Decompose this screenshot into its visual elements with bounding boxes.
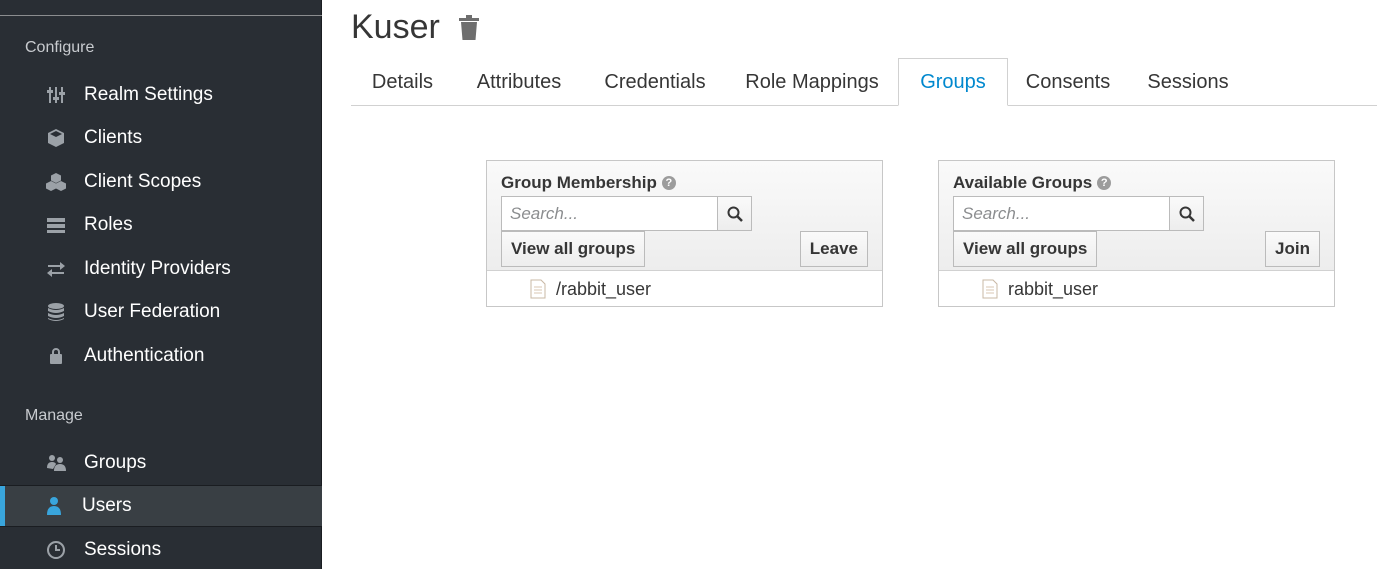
database-icon: [44, 300, 68, 324]
view-all-groups-button[interactable]: View all groups: [953, 231, 1098, 267]
trash-icon[interactable]: [458, 13, 484, 43]
users-icon: [44, 451, 68, 475]
sidebar-item-label: Sessions: [84, 539, 162, 560]
cubes-icon: [44, 170, 68, 194]
sidebar-item-label: Realm Settings: [84, 84, 213, 105]
tab-sessions[interactable]: Sessions: [1128, 58, 1248, 106]
search-icon: [1179, 206, 1195, 222]
clock-icon: [44, 538, 68, 562]
sidebar-item-groups[interactable]: Groups: [0, 442, 322, 484]
sidebar-item-authentication[interactable]: Authentication: [0, 335, 322, 377]
sidebar-item-label: Roles: [84, 214, 133, 235]
cube-icon: [44, 126, 68, 150]
tab-bar: Details Attributes Credentials Role Mapp…: [351, 58, 1377, 106]
file-icon: [530, 279, 546, 299]
manage-section-title: Manage: [25, 407, 83, 424]
search-group: [501, 196, 752, 231]
file-icon: [982, 279, 998, 299]
sidebar-item-roles[interactable]: Roles: [0, 204, 322, 246]
user-icon: [42, 494, 66, 518]
tab-consents[interactable]: Consents: [1008, 58, 1128, 106]
sidebar-item-realm-settings[interactable]: Realm Settings: [0, 74, 322, 116]
sidebar-item-label: Clients: [84, 127, 143, 148]
sidebar-divider: [0, 15, 322, 16]
sidebar-item-user-federation[interactable]: User Federation: [0, 291, 322, 333]
sidebar-item-sessions[interactable]: Sessions: [0, 529, 322, 571]
join-button[interactable]: Join: [1265, 231, 1320, 267]
list-icon: [44, 213, 68, 237]
sidebar-item-identity-providers[interactable]: Identity Providers: [0, 248, 322, 290]
sidebar-item-label: Client Scopes: [84, 171, 202, 192]
sidebar-item-label: Identity Providers: [84, 258, 231, 279]
search-input[interactable]: [501, 196, 718, 231]
sidebar-item-label: Users: [82, 495, 132, 516]
search-button[interactable]: [718, 196, 752, 231]
tab-attributes[interactable]: Attributes: [454, 58, 584, 106]
help-icon[interactable]: ?: [661, 176, 676, 190]
panel-title-text: Available Groups: [953, 173, 1093, 192]
tab-role-mappings[interactable]: Role Mappings: [726, 58, 898, 106]
configure-section-title: Configure: [25, 39, 95, 56]
search-input[interactable]: [953, 196, 1170, 231]
view-all-groups-button[interactable]: View all groups: [501, 231, 646, 267]
group-membership-panel: Group Membership ? View all groups Leave…: [486, 160, 883, 307]
sidebar-item-client-scopes[interactable]: Client Scopes: [0, 161, 322, 203]
panel-title: Group Membership ?: [501, 173, 676, 193]
list-item-label: rabbit_user: [1008, 278, 1099, 299]
title-row: Kuser: [351, 8, 484, 47]
list-item[interactable]: /rabbit_user: [487, 271, 882, 307]
panel-header: Available Groups ? View all groups Join: [939, 161, 1334, 271]
tab-groups[interactable]: Groups: [898, 58, 1008, 106]
available-groups-panel: Available Groups ? View all groups Join …: [938, 160, 1335, 307]
sidebar-item-label: Authentication: [84, 345, 205, 366]
sidebar-item-label: Groups: [84, 452, 147, 473]
help-icon[interactable]: ?: [1097, 176, 1112, 190]
leave-button[interactable]: Leave: [799, 231, 868, 267]
tab-details[interactable]: Details: [351, 58, 454, 106]
sidebar-item-label: User Federation: [84, 301, 221, 322]
lock-icon: [44, 344, 68, 368]
search-group: [953, 196, 1204, 231]
list-item[interactable]: rabbit_user: [939, 271, 1334, 307]
sliders-icon: [44, 83, 68, 107]
search-icon: [727, 206, 743, 222]
list-item-label: /rabbit_user: [556, 278, 652, 299]
sidebar-item-clients[interactable]: Clients: [0, 117, 322, 159]
panel-header: Group Membership ? View all groups Leave: [487, 161, 882, 271]
search-button[interactable]: [1170, 196, 1204, 231]
panel-title: Available Groups ?: [953, 173, 1112, 193]
main-content: Kuser Details Attributes Credentials Rol…: [322, 0, 1377, 569]
page-title: Kuser: [351, 8, 440, 46]
panel-title-text: Group Membership: [501, 173, 657, 192]
sidebar-item-users[interactable]: Users: [0, 485, 322, 527]
exchange-icon: [44, 257, 68, 281]
sidebar: Configure Realm Settings Clients Client …: [0, 0, 322, 569]
tab-credentials[interactable]: Credentials: [584, 58, 726, 106]
